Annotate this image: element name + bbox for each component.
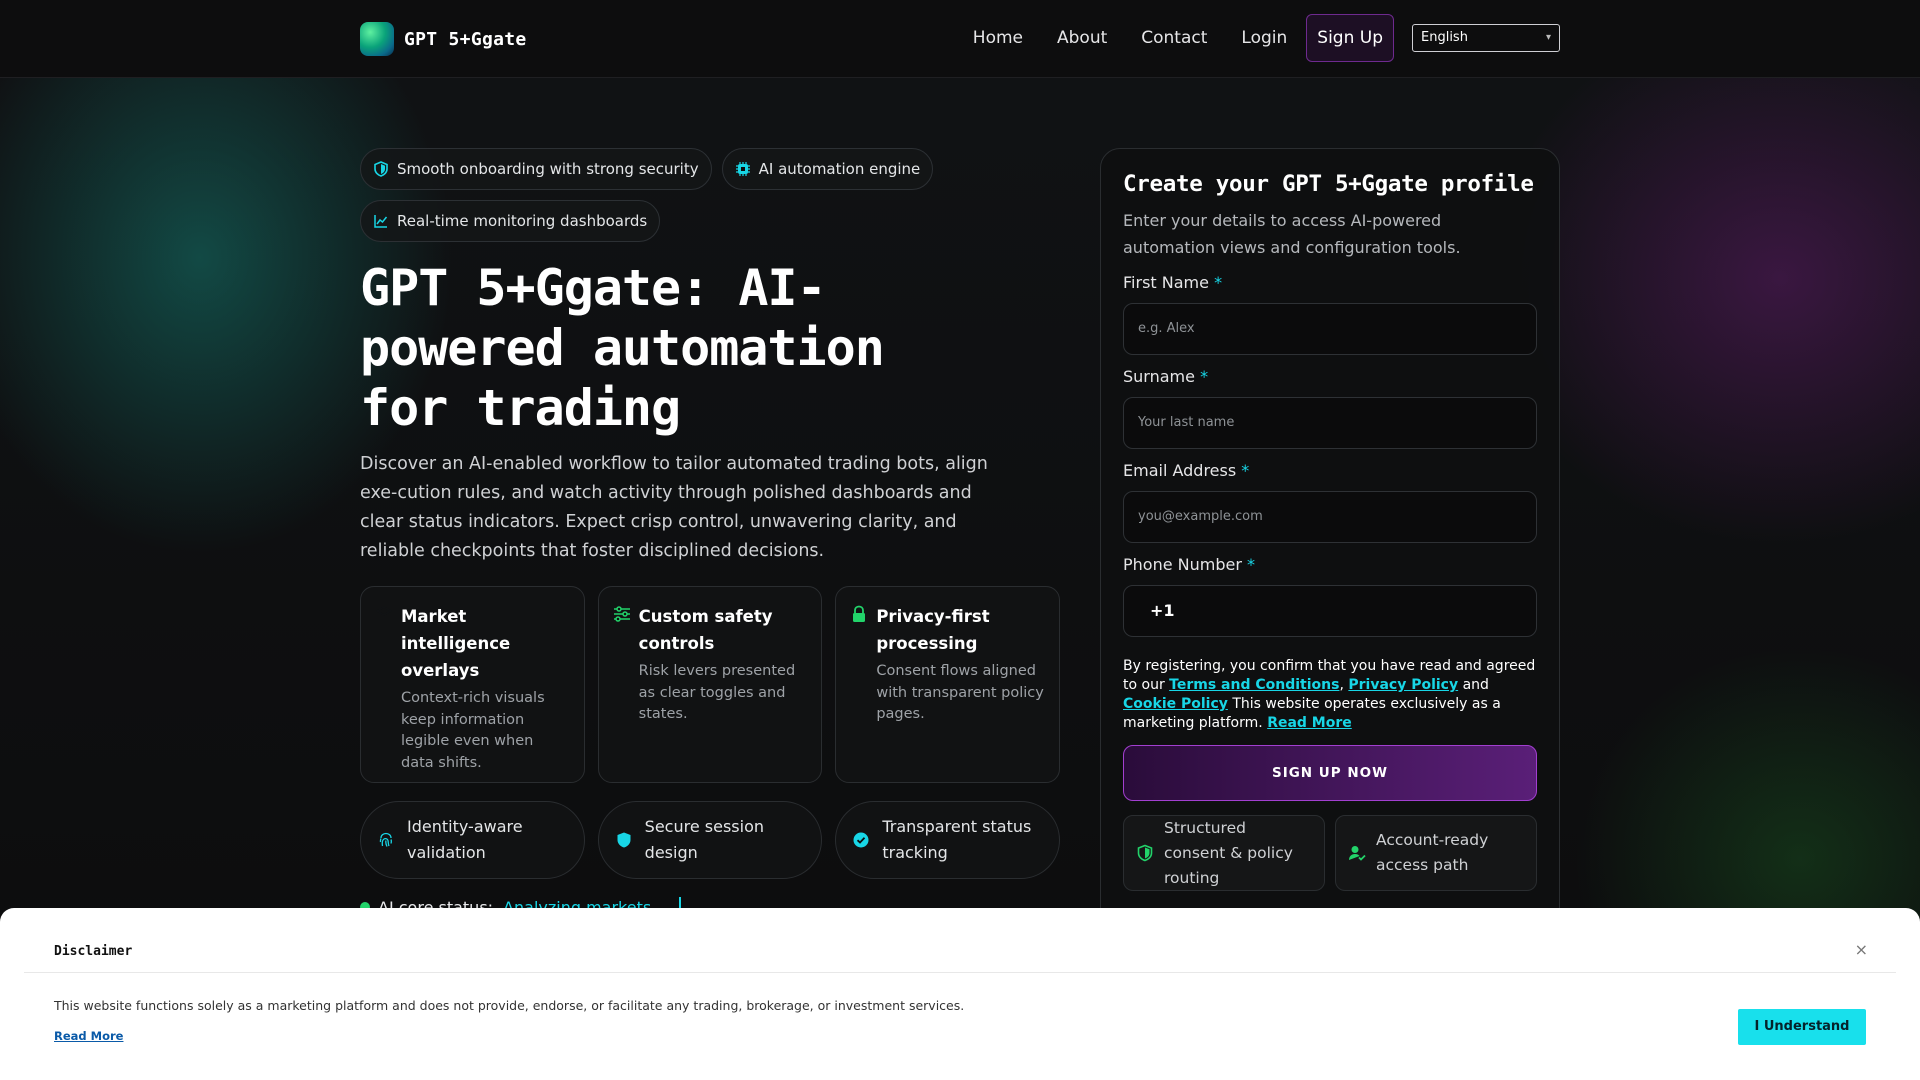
nav-login[interactable]: Login (1224, 14, 1304, 62)
close-icon[interactable]: × (1855, 940, 1868, 959)
form-subtitle: Enter your details to access AI-powered … (1123, 211, 1461, 257)
feature-cards: Market intelligence overlays Context-ric… (360, 586, 1061, 783)
form-title: Create your GPT 5+Ggate profile (1123, 171, 1534, 197)
feature-title: Custom safety controls (638, 607, 773, 653)
shield-icon (1137, 844, 1153, 862)
assurance-account: Account-ready access path (1335, 815, 1537, 891)
email-input[interactable]: you@example.com (1123, 491, 1537, 543)
surname-label: Surname * (1123, 367, 1209, 386)
shield-icon (374, 161, 388, 177)
hero-description: Discover an AI-enabled workflow to tailo… (360, 454, 988, 561)
email-label: Email Address * (1123, 461, 1250, 480)
form-assurances: Structured consent & policy routing Acco… (1123, 815, 1537, 891)
lock-icon (853, 605, 866, 622)
sliders-icon (613, 606, 630, 622)
privacy-link[interactable]: Privacy Policy (1348, 677, 1458, 693)
feature-card-safety: Custom safety controls Risk levers prese… (597, 586, 823, 783)
language-select[interactable]: English ▾ (1412, 24, 1560, 52)
feature-text: Risk levers presented as clear toggles a… (638, 663, 796, 722)
language-value: English (1421, 30, 1468, 45)
assurance-label: Account-ready access path (1376, 831, 1489, 874)
layers-icon (375, 606, 393, 616)
badge-identity: Identity-aware validation (360, 801, 585, 879)
chart-line-icon (374, 215, 388, 228)
brand[interactable]: GPT 5+Ggate (360, 22, 527, 56)
terms-link[interactable]: Terms and Conditions (1169, 677, 1339, 693)
pill-label: Smooth onboarding with strong security (397, 160, 699, 178)
disclaimer-banner: Disclaimer × This website functions sole… (0, 908, 1920, 1080)
badge-label: Identity-aware validation (407, 817, 523, 862)
disclaimer-title: Disclaimer (54, 944, 133, 959)
nav-about[interactable]: About (1040, 14, 1124, 62)
nav-contact[interactable]: Contact (1124, 14, 1224, 62)
trust-badges: Identity-aware validation Secure session… (360, 801, 1061, 879)
pill-monitoring: Real-time monitoring dashboards (360, 200, 661, 242)
pill-label: AI automation engine (758, 160, 921, 178)
disclaimer-read-more-link[interactable]: Read More (54, 1029, 123, 1043)
sign-up-button[interactable]: Sign Up (1306, 14, 1394, 62)
pill-ai-engine: AI automation engine (721, 148, 934, 190)
read-more-link[interactable]: Read More (1267, 715, 1352, 731)
check-circle-icon (853, 832, 869, 848)
user-check-icon (1349, 846, 1366, 861)
badge-label: Secure session design (644, 817, 764, 862)
feature-text: Context-rich visuals keep information le… (401, 690, 545, 771)
brand-name: GPT 5+Ggate (404, 28, 527, 50)
feature-card-privacy: Privacy-first processing Consent flows a… (835, 586, 1061, 783)
feature-card-market: Market intelligence overlays Context-ric… (360, 586, 585, 783)
assurance-consent: Structured consent & policy routing (1123, 815, 1325, 891)
feature-title: Privacy-first processing (876, 607, 990, 653)
cookie-link[interactable]: Cookie Policy (1123, 696, 1228, 712)
phone-input[interactable]: +1 (1123, 585, 1537, 637)
top-navbar: GPT 5+Ggate Home About Contact Login Sig… (0, 0, 1920, 78)
brand-logo-icon (360, 22, 394, 56)
sign-up-now-button[interactable]: SIGN UP NOW (1123, 745, 1537, 801)
hero-title: GPT 5+Ggate: AI-powered automation for t… (360, 259, 885, 437)
signup-form-card: Create your GPT 5+Ggate profile Enter yo… (1100, 148, 1560, 928)
pill-label: Real-time monitoring dashboards (397, 212, 648, 230)
assurance-label: Structured consent & policy routing (1164, 818, 1293, 887)
surname-input[interactable]: Your last name (1123, 397, 1537, 449)
main-nav: Home About Contact Login Sign Up English… (956, 14, 1560, 62)
disclaimer-text: This website functions solely as a marke… (54, 998, 965, 1013)
fingerprint-icon (379, 832, 392, 847)
first-name-input[interactable]: e.g. Alex (1123, 303, 1537, 355)
chevron-down-icon: ▾ (1545, 32, 1551, 43)
badge-session: Secure session design (597, 801, 823, 879)
divider (24, 972, 1896, 973)
first-name-label: First Name * (1123, 273, 1223, 292)
phone-label: Phone Number * (1123, 555, 1256, 574)
pill-onboarding: Smooth onboarding with strong security (360, 148, 712, 190)
badge-status: Transparent status tracking (835, 801, 1061, 879)
i-understand-button[interactable]: I Understand (1738, 1009, 1866, 1045)
feature-text: Consent flows aligned with transparent p… (876, 663, 1044, 722)
badge-label: Transparent status tracking (882, 817, 1032, 862)
chip-icon (735, 162, 750, 176)
hero: Smooth onboarding with strong security A… (360, 148, 1061, 917)
nav-home[interactable]: Home (956, 14, 1040, 62)
consent-text: By registering, you confirm that you hav… (1123, 658, 1536, 731)
feature-title: Market intelligence overlays (401, 607, 511, 680)
shield-icon (617, 832, 631, 848)
hero-pills: Smooth onboarding with strong security A… (360, 148, 980, 242)
